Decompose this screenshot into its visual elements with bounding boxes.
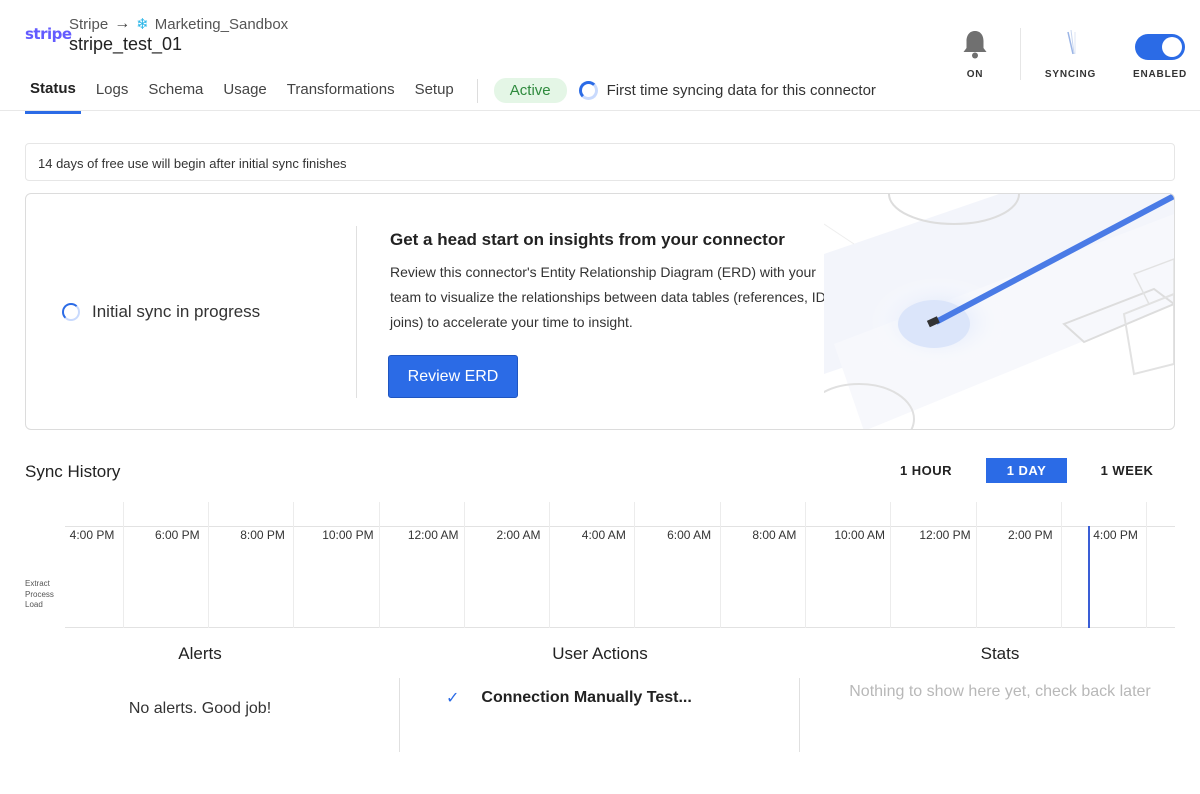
timeline-legend: Extract Process Load (25, 579, 54, 611)
timeline-hour-label: 8:00 PM (240, 528, 285, 542)
timeline-hour-label: 4:00 AM (581, 528, 626, 542)
tab-setup[interactable]: Setup (410, 81, 459, 112)
legend-process: Process (25, 589, 54, 599)
page-title: stripe_test_01 (69, 34, 183, 54)
legend-extract: Extract (25, 579, 50, 588)
review-erd-button[interactable]: Review ERD (388, 355, 518, 398)
alerts-title: Alerts (178, 644, 222, 663)
timeline-hour-label: 2:00 PM (1007, 528, 1053, 542)
timeline-gridline (1146, 502, 1148, 628)
promo-description: Review this connector's Entity Relations… (390, 264, 840, 330)
erd-promo-card: Initial sync in progress Get a head star… (25, 193, 1175, 430)
timeline-hour-label: 6:00 AM (667, 528, 712, 542)
initial-sync-status: Initial sync in progress (62, 302, 260, 322)
user-action-label: Connection Manually Test... (481, 689, 692, 706)
tab-logs[interactable]: Logs (91, 81, 134, 112)
timeline-gridline (805, 502, 807, 628)
tab-transformations[interactable]: Transformations (282, 81, 400, 112)
spinner-icon (62, 303, 80, 321)
stats-empty-message: Nothing to show here yet, check back lat… (849, 683, 1151, 700)
header-divider (0, 110, 1200, 111)
card-divider (356, 226, 357, 398)
tab-schema[interactable]: Schema (143, 81, 208, 112)
legend-load: Load (25, 600, 43, 609)
timeline-hour-label: 2:00 AM (496, 528, 541, 542)
timeline-gridline (207, 502, 209, 628)
timeline-gridline (122, 502, 124, 628)
range-1-day[interactable]: 1 DAY (986, 458, 1067, 483)
timeline-gridline (293, 502, 295, 628)
initial-sync-text: Initial sync in progress (92, 302, 261, 321)
timeline-gridline (378, 502, 380, 628)
timeline-hour-label: 12:00 AM (407, 528, 459, 542)
column-divider (799, 678, 800, 752)
status-badge: Active (493, 78, 567, 103)
current-time-marker (1088, 526, 1090, 628)
sync-timeline: 4:00 PM 6:00 PM 8:00 PM 10:00 PM 12:00 AM 2:0… (65, 502, 1175, 628)
timeline-baseline (65, 627, 1175, 628)
stripe-logo: stripe (25, 25, 72, 43)
enabled-control: ENABLED (1120, 28, 1200, 80)
timeline-hour-label: 10:00 PM (322, 528, 374, 542)
user-actions-title: User Actions (552, 644, 648, 663)
timeline-hour-label: 6:00 PM (154, 528, 200, 542)
syncing-icon (1066, 29, 1075, 55)
timeline-hour-label: 4:00 PM (69, 528, 115, 542)
sync-history-title: Sync History (25, 462, 121, 481)
tab-divider (476, 78, 478, 103)
timeline-gridline (1060, 502, 1062, 628)
stats-title: Stats (980, 644, 1020, 663)
timeline-hour-label: 12:00 PM (919, 528, 971, 542)
arrow-right-icon: → (114, 15, 131, 32)
enabled-label: ENABLED (1133, 69, 1187, 80)
notifications-control[interactable]: ON (930, 28, 1020, 80)
notifications-label: ON (966, 69, 984, 80)
tab-usage[interactable]: Usage (218, 81, 271, 112)
tab-status[interactable]: Status (25, 80, 81, 114)
timeline-axis (65, 526, 1175, 527)
snowflake-icon: ❄ (136, 16, 149, 33)
timeline-hour-label: 10:00 AM (834, 528, 886, 542)
header-controls: ON SYNCING ENABLED (930, 28, 1200, 80)
sync-label: SYNCING (1044, 69, 1097, 80)
free-use-notice: 14 days of free use will begin after ini… (25, 143, 1175, 181)
bell-icon[interactable] (960, 28, 990, 60)
range-1-hour[interactable]: 1 HOUR (890, 458, 962, 483)
check-icon: ✓ (446, 690, 460, 707)
timeline-gridline (975, 502, 977, 628)
sync-status-text: First time syncing data for this connect… (606, 82, 876, 99)
timeline-hour-label: 4:00 PM (1093, 528, 1138, 542)
alerts-empty-message: No alerts. Good job! (128, 700, 272, 717)
timeline-gridline (634, 502, 636, 628)
timeline-gridline (463, 502, 465, 628)
sync-status-message: First time syncing data for this connect… (578, 81, 876, 100)
spinner-icon (578, 81, 598, 100)
breadcrumb-source[interactable]: Stripe (69, 16, 108, 33)
promo-title: Get a head start on insights from your c… (390, 230, 785, 249)
sync-control[interactable]: SYNCING (1020, 28, 1120, 80)
timeline-gridline (549, 502, 551, 628)
timeline-gridline (719, 502, 721, 628)
erd-illustration (824, 194, 1174, 429)
user-action-item[interactable]: ✓ Connection Manually Test... (446, 688, 692, 708)
breadcrumb-destination[interactable]: Marketing_Sandbox (155, 16, 288, 33)
breadcrumb: Stripe → ❄ Marketing_Sandbox (69, 15, 288, 33)
timeline-gridline (890, 502, 892, 628)
timeline-hour-label: 8:00 AM (752, 528, 797, 542)
range-1-week[interactable]: 1 WEEK (1092, 458, 1162, 483)
enabled-toggle[interactable] (1135, 34, 1185, 60)
